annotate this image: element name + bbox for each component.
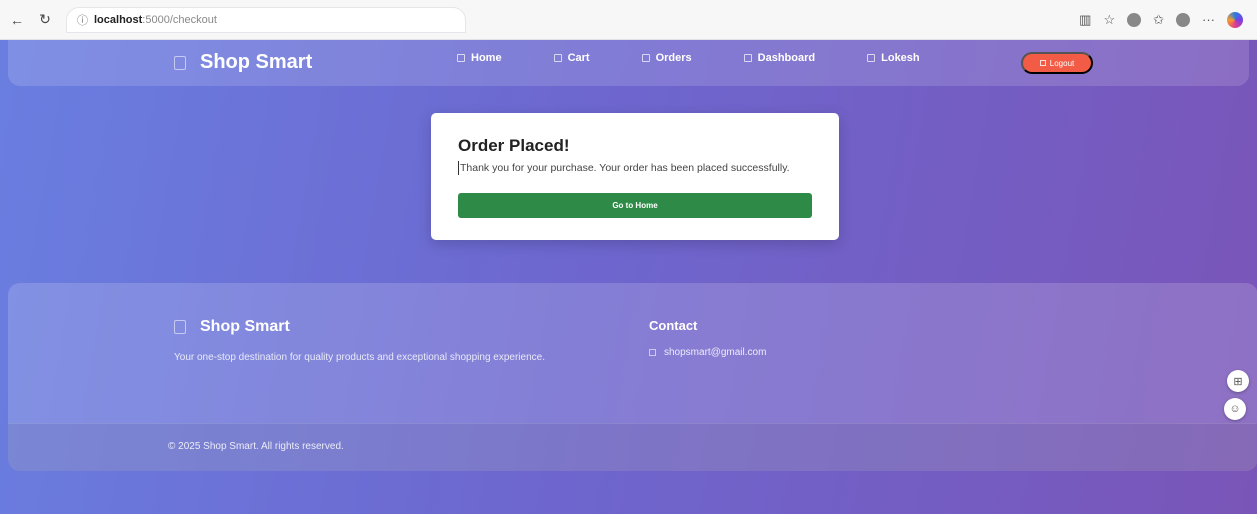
logout-icon <box>1039 60 1046 66</box>
order-confirmation-card: Order Placed! Thank you for your purchas… <box>431 113 839 240</box>
dashboard-icon <box>743 54 752 62</box>
browser-actions: ▥ ☆ ✩ ··· <box>1079 11 1243 28</box>
email-icon <box>649 349 656 356</box>
browser-toolbar: ← ↻ ⓘ localhost :5000/checkout ▥ ☆ ✩ ··· <box>0 0 1257 40</box>
address-path: :5000/checkout <box>142 13 217 26</box>
nav-link-orders[interactable]: Orders <box>641 52 692 64</box>
nav-link-cart[interactable]: Cart <box>553 52 590 64</box>
nav-link-label: Orders <box>655 52 692 64</box>
site-navbar: Shop Smart Home Cart Orders Dashboard Lo… <box>8 40 1249 86</box>
user-icon <box>867 54 876 62</box>
home-icon <box>457 54 465 62</box>
profile-icon[interactable] <box>1176 12 1190 27</box>
nav-link-user[interactable]: Lokesh <box>867 52 920 64</box>
card-message: Thank you for your purchase. Your order … <box>458 161 798 175</box>
site-info-icon[interactable]: ⓘ <box>77 12 88 28</box>
copyright-text: © 2025 Shop Smart. All rights reserved. <box>168 441 344 452</box>
more-menu-icon[interactable]: ··· <box>1202 12 1215 27</box>
nav-link-label: Cart <box>567 52 590 64</box>
brand-name: Shop Smart <box>200 51 313 73</box>
copilot-icon[interactable] <box>1227 11 1243 28</box>
side-grid-icon[interactable]: ⊞ <box>1227 370 1249 392</box>
logout-button[interactable]: Logout <box>1021 52 1093 74</box>
side-feedback-icon[interactable]: ☺ <box>1224 398 1246 420</box>
footer-brand-name: Shop Smart <box>200 318 290 335</box>
go-to-home-button[interactable]: Go to Home <box>458 193 812 218</box>
nav-links: Home Cart Orders Dashboard Lokesh <box>457 52 972 64</box>
footer-brand: Shop Smart <box>174 318 290 336</box>
shop-logo-icon <box>174 55 186 70</box>
contact-email[interactable]: shopsmart@gmail.com <box>649 347 766 358</box>
nav-link-dashboard[interactable]: Dashboard <box>743 52 816 64</box>
footer-bottom: © 2025 Shop Smart. All rights reserved. <box>8 423 1257 471</box>
favorites-bar-icon[interactable]: ✩ <box>1153 12 1164 28</box>
shop-logo-icon <box>174 320 186 334</box>
nav-link-home[interactable]: Home <box>457 52 502 64</box>
orders-icon <box>641 54 650 62</box>
contact-email-text: shopsmart@gmail.com <box>664 347 767 358</box>
logout-label: Logout <box>1049 58 1075 68</box>
cart-icon <box>553 54 562 62</box>
back-icon[interactable]: ← <box>6 9 28 31</box>
contact-heading: Contact <box>649 318 698 333</box>
reload-icon[interactable]: ↻ <box>34 9 56 31</box>
site-footer: Shop Smart Your one-stop destination for… <box>8 283 1257 471</box>
favorite-icon[interactable]: ☆ <box>1103 12 1115 28</box>
nav-link-label: Lokesh <box>881 52 920 64</box>
card-title: Order Placed! <box>458 136 570 155</box>
nav-link-label: Home <box>471 52 502 64</box>
footer-description: Your one-stop destination for quality pr… <box>174 352 545 363</box>
page-background: Shop Smart Home Cart Orders Dashboard Lo… <box>0 40 1257 514</box>
extension-icon[interactable] <box>1127 12 1142 27</box>
address-bar[interactable]: ⓘ localhost :5000/checkout <box>66 6 466 33</box>
footer-top: Shop Smart Your one-stop destination for… <box>8 283 1257 423</box>
reader-icon[interactable]: ▥ <box>1079 12 1091 28</box>
nav-link-label: Dashboard <box>757 52 816 64</box>
address-host: localhost <box>94 13 143 26</box>
brand-logo[interactable]: Shop Smart <box>174 51 312 74</box>
